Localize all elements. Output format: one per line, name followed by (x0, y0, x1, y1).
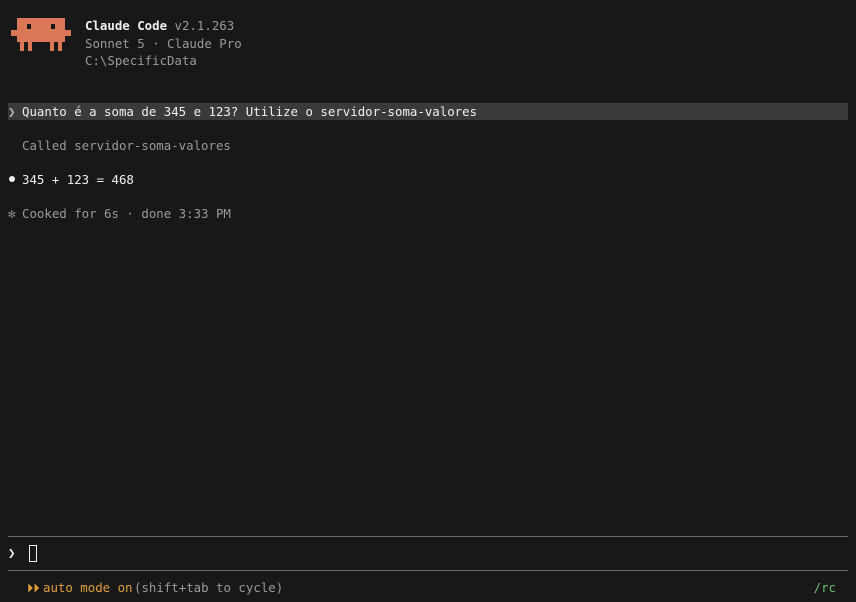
model-plan: Sonnet 5 · Claude Pro (85, 36, 242, 51)
input-chevron-icon: ❯ (8, 545, 16, 560)
completion-status: Cooked for 6s · done 3:33 PM (22, 206, 231, 221)
fast-forward-icon: ⏵⏵ (27, 580, 40, 595)
prompt-chevron-icon: ❯ (8, 104, 16, 119)
claude-logo-icon (11, 18, 71, 51)
sparkle-icon: ✻ (8, 206, 16, 221)
tool-call-line: Called servidor-soma-valores (22, 138, 231, 153)
assistant-answer: 345 + 123 = 468 (22, 172, 134, 187)
app-version: v2.1.263 (174, 18, 235, 33)
app-title: Claude Code v2.1.263 (85, 18, 234, 33)
mode-hint: (shift+tab to cycle) (134, 580, 284, 595)
response-bullet-icon (9, 176, 15, 182)
user-prompt-text: Quanto é a soma de 345 e 123? Utilize o … (22, 104, 478, 119)
auto-mode-toggle[interactable]: auto mode on (43, 580, 133, 595)
user-prompt-row: ❯ Quanto é a soma de 345 e 123? Utilize o… (8, 103, 848, 120)
working-directory: C:\SpecificData (85, 53, 197, 68)
input-top-divider (8, 536, 848, 537)
input-bottom-divider (8, 570, 848, 571)
app-name: Claude Code (85, 18, 168, 33)
prompt-input-cursor[interactable] (29, 545, 37, 562)
remote-control-link[interactable]: /rc (814, 580, 836, 595)
